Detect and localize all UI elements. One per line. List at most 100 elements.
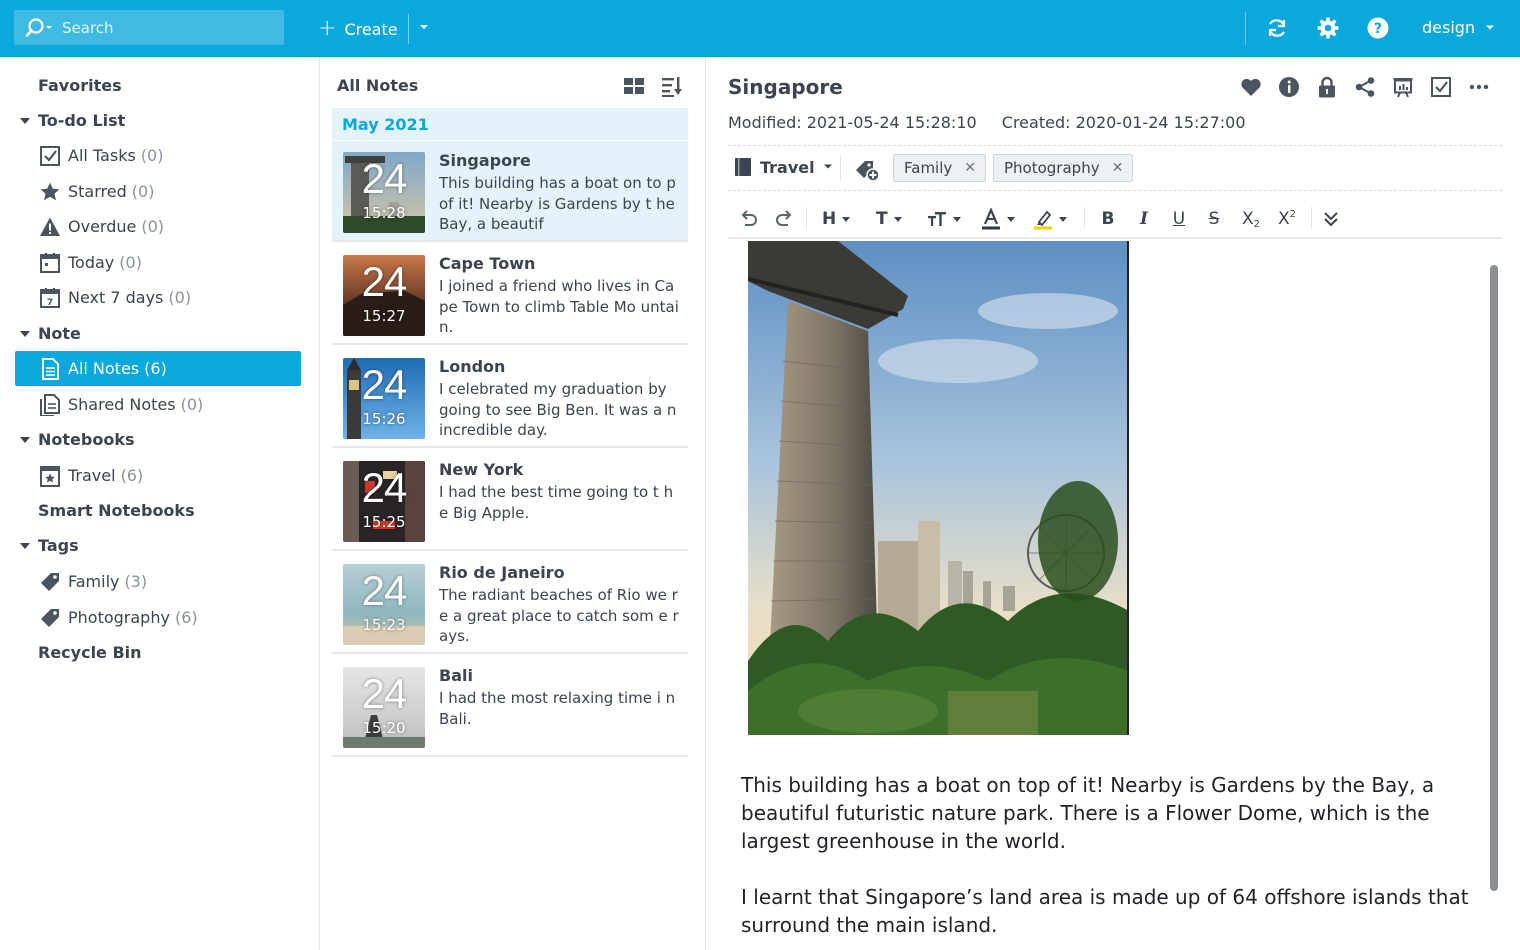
- help-icon[interactable]: ?: [1366, 16, 1390, 40]
- lock-icon[interactable]: [1316, 76, 1338, 98]
- user-name: design: [1422, 18, 1476, 37]
- note-card-bali[interactable]: 24 15:20 Bali I had the most relaxing ti…: [332, 656, 688, 757]
- note-time: 15:28: [362, 204, 406, 222]
- search-input[interactable]: [62, 16, 272, 40]
- warning-icon: [39, 216, 61, 238]
- note-day: 24: [361, 258, 408, 305]
- chevron-down-icon: [842, 216, 851, 222]
- close-icon[interactable]: ✕: [964, 160, 976, 176]
- font-button[interactable]: T: [876, 207, 902, 231]
- note-detail-title[interactable]: Singapore: [728, 75, 843, 99]
- sidebar-item-all-notes[interactable]: All Notes (6): [15, 351, 301, 386]
- editor-toolbar: H T B I U S X2 X2: [728, 199, 1502, 239]
- sidebar-item-today[interactable]: Today (0): [15, 245, 301, 280]
- underline-icon[interactable]: U: [1171, 207, 1187, 231]
- note-card-rio-de-janeiro[interactable]: 24 15:23 Rio de Janeiro The radiant beac…: [332, 553, 688, 654]
- tag-chip-photography[interactable]: Photography ✕: [993, 154, 1134, 182]
- gear-icon[interactable]: [1316, 16, 1340, 40]
- calendar-icon: [39, 252, 61, 274]
- sort-icon[interactable]: [660, 75, 684, 97]
- note-card-singapore[interactable]: 24 15:28 Singapore This building has a b…: [332, 141, 688, 242]
- note-snippet: I celebrated my graduation by going to s…: [439, 380, 677, 439]
- sidebar-item-overdue[interactable]: Overdue (0): [15, 209, 301, 244]
- sidebar-note-header[interactable]: Note: [38, 324, 81, 343]
- chevron-down-icon: [1059, 216, 1067, 222]
- more-icon[interactable]: [1468, 76, 1490, 98]
- chevron-down-icon: [1486, 25, 1495, 29]
- sidebar-item-starred[interactable]: Starred (0): [15, 174, 301, 209]
- close-icon[interactable]: ✕: [1112, 160, 1124, 176]
- sidebar-item-shared-notes[interactable]: Shared Notes (0): [15, 387, 301, 422]
- caret-down-icon[interactable]: [20, 118, 30, 124]
- sidebar-recycle-bin[interactable]: Recycle Bin: [38, 643, 142, 662]
- info-icon[interactable]: [1278, 76, 1300, 98]
- tag-icon: [39, 607, 61, 629]
- sidebar-item-label: All Notes: [68, 359, 140, 378]
- superscript-icon[interactable]: X2: [1276, 207, 1298, 231]
- sidebar-tags-header[interactable]: Tags: [38, 536, 79, 555]
- sidebar-item-all-tasks[interactable]: All Tasks (0): [15, 138, 301, 173]
- note-card-london[interactable]: 24 15:26 London I celebrated my graduati…: [332, 347, 688, 448]
- divider: [840, 155, 841, 181]
- modified-date: Modified: 2021-05-24 15:28:10: [728, 113, 977, 132]
- undo-icon[interactable]: [738, 207, 760, 231]
- bold-icon[interactable]: B: [1100, 207, 1116, 231]
- search-icon[interactable]: [24, 17, 54, 39]
- heart-icon[interactable]: [1240, 76, 1262, 98]
- note-card-cape-town[interactable]: 24 15:27 Cape Town I joined a friend who…: [332, 244, 688, 345]
- note-paragraph: I learnt that Singapore’s land area is m…: [741, 885, 1469, 937]
- create-button[interactable]: + Create: [318, 14, 398, 44]
- todo-check-icon[interactable]: [1430, 76, 1452, 98]
- notebook-selector[interactable]: Travel: [734, 157, 833, 177]
- presentation-icon[interactable]: [1392, 76, 1414, 98]
- note-title: Rio de Janeiro: [439, 563, 565, 582]
- expand-toolbar-icon[interactable]: [1323, 207, 1339, 231]
- note-body[interactable]: This building has a boat on top of it! N…: [741, 771, 1501, 950]
- create-label: Create: [344, 19, 398, 39]
- note-day: 24: [361, 464, 408, 511]
- sidebar-favorites[interactable]: Favorites: [38, 76, 122, 95]
- note-card-new-york[interactable]: 24 15:25 New York I had the best time go…: [332, 450, 688, 551]
- share-icon[interactable]: [1354, 76, 1376, 98]
- sidebar-item-travel[interactable]: Travel (6): [15, 458, 301, 493]
- scrollbar[interactable]: [1490, 265, 1498, 891]
- divider: [1311, 207, 1312, 229]
- caret-down-icon[interactable]: [20, 331, 30, 337]
- chevron-down-icon: [953, 216, 961, 222]
- sidebar-item-label: Travel: [68, 466, 116, 485]
- sidebar-item-family[interactable]: Family (3): [15, 564, 301, 599]
- user-menu[interactable]: design: [1422, 18, 1495, 37]
- create-dropdown-icon[interactable]: [418, 24, 430, 32]
- sidebar-item-next-7-days[interactable]: 7 Next 7 days (0): [15, 280, 301, 315]
- add-tag-icon[interactable]: [854, 158, 880, 182]
- font-color-button[interactable]: [981, 207, 1015, 231]
- caret-down-icon[interactable]: [20, 437, 30, 443]
- chevron-down-icon: [823, 164, 832, 169]
- note-image[interactable]: [748, 241, 1129, 735]
- sidebar-item-photography[interactable]: Photography (6): [15, 600, 301, 635]
- search-box[interactable]: [14, 10, 284, 45]
- strikethrough-icon[interactable]: S: [1206, 207, 1222, 231]
- redo-icon[interactable]: [773, 207, 795, 231]
- sidebar-smart-notebooks[interactable]: Smart Notebooks: [38, 501, 195, 520]
- caret-down-icon[interactable]: [20, 543, 30, 549]
- heading-button[interactable]: H: [822, 207, 851, 231]
- grid-view-icon[interactable]: [622, 75, 646, 97]
- sidebar-item-count: (6): [144, 359, 167, 378]
- sidebar-notebooks-header[interactable]: Notebooks: [38, 430, 134, 449]
- note-thumbnail: 24 15:23: [343, 564, 425, 645]
- shared-note-icon: [39, 393, 61, 416]
- tag-chip-family[interactable]: Family ✕: [893, 154, 987, 182]
- italic-icon[interactable]: I: [1136, 207, 1152, 231]
- font-size-button[interactable]: [927, 207, 961, 231]
- sidebar-todo-header[interactable]: To-do List: [38, 111, 125, 130]
- refresh-icon[interactable]: [1265, 16, 1289, 40]
- note-paragraph: This building has a boat on top of it! N…: [741, 773, 1435, 853]
- note-list-title: All Notes: [337, 76, 419, 95]
- sidebar-item-label: Overdue: [68, 217, 137, 236]
- note-actions: [1240, 76, 1490, 98]
- note-time: 15:25: [362, 513, 406, 531]
- subscript-icon[interactable]: X2: [1240, 207, 1262, 231]
- highlight-button[interactable]: [1033, 207, 1067, 231]
- note-meta: Modified: 2021-05-24 15:28:10 Created: 2…: [728, 113, 1246, 132]
